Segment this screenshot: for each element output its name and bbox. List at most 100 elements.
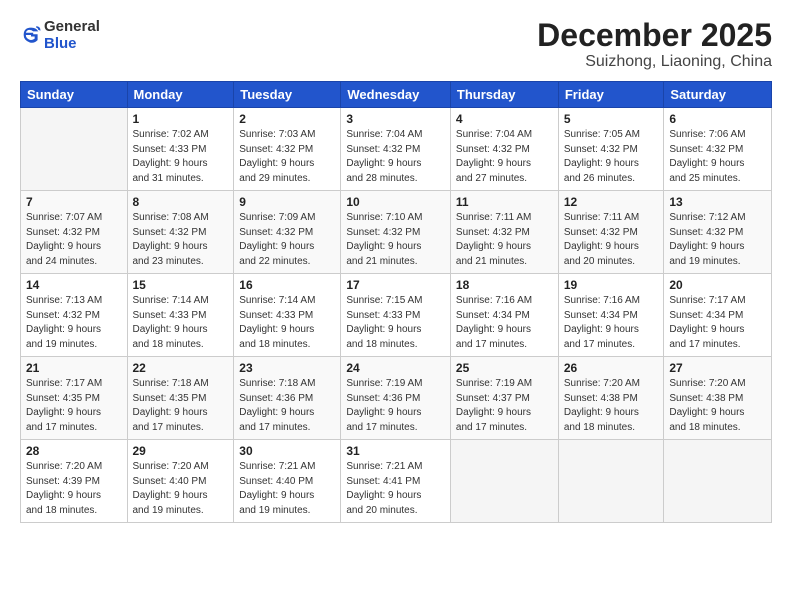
calendar-day-1-2: 1 Sunrise: 7:02 AM Sunset: 4:33 PM Daylig… (127, 108, 234, 191)
day-number: 18 (456, 278, 553, 292)
calendar-day-3-7: 20 Sunrise: 7:17 AM Sunset: 4:34 PM Dayli… (664, 274, 772, 357)
day-info: Sunrise: 7:19 AM Sunset: 4:36 PM Dayligh… (346, 377, 445, 435)
day-info: Sunrise: 7:18 AM Sunset: 4:36 PM Dayligh… (239, 377, 335, 435)
day-number: 6 (669, 112, 766, 126)
page: General Blue December 2025 Suizhong, Lia… (0, 0, 792, 612)
calendar-day-1-6: 5Sunrise: 7:05 AM Sunset: 4:32 PM Daylig… (558, 108, 664, 191)
column-header-friday: Friday (558, 82, 664, 108)
page-subtitle: Suizhong, Liaoning, China (537, 53, 772, 71)
logo-icon (20, 24, 42, 46)
day-number: 22 (133, 361, 229, 375)
day-number: 31 (346, 444, 445, 458)
day-number: 30 (239, 444, 335, 458)
day-number: 17 (346, 278, 445, 292)
day-number: 24 (346, 361, 445, 375)
calendar-day-1-7: 6 Sunrise: 7:06 AM Sunset: 4:32 PM Daylig… (664, 108, 772, 191)
day-info: Sunrise: 7:21 AM Sunset: 4:41 PM Dayligh… (346, 460, 445, 518)
calendar-week-1: 1 Sunrise: 7:02 AM Sunset: 4:33 PM Daylig… (21, 108, 772, 191)
calendar-day-4-3: 23Sunrise: 7:18 AM Sunset: 4:36 PM Dayli… (234, 357, 341, 440)
day-info: Sunrise: 7:06 AM Sunset: 4:32 PM Dayligh… (669, 128, 766, 186)
calendar-day-2-5: 11Sunrise: 7:11 AM Sunset: 4:32 PM Dayli… (450, 191, 558, 274)
day-info: Sunrise: 7:20 AM Sunset: 4:38 PM Dayligh… (669, 377, 766, 435)
column-header-wednesday: Wednesday (341, 82, 451, 108)
day-info: Sunrise: 7:09 AM Sunset: 4:32 PM Dayligh… (239, 211, 335, 269)
column-header-sunday: Sunday (21, 82, 128, 108)
title-block: December 2025 Suizhong, Liaoning, China (537, 18, 772, 71)
day-info: Sunrise: 7:11 AM Sunset: 4:32 PM Dayligh… (564, 211, 659, 269)
calendar-day-5-1: 28Sunrise: 7:20 AM Sunset: 4:39 PM Dayli… (21, 440, 128, 523)
calendar-day-4-2: 22 Sunrise: 7:18 AM Sunset: 4:35 PM Dayli… (127, 357, 234, 440)
day-info: Sunrise: 7:20 AM Sunset: 4:40 PM Dayligh… (133, 460, 229, 518)
day-info: Sunrise: 7:20 AM Sunset: 4:39 PM Dayligh… (26, 460, 122, 518)
day-number: 8 (133, 195, 229, 209)
calendar-day-5-5 (450, 440, 558, 523)
calendar-day-2-4: 10Sunrise: 7:10 AM Sunset: 4:32 PM Dayli… (341, 191, 451, 274)
calendar-day-4-1: 21 Sunrise: 7:17 AM Sunset: 4:35 PM Dayli… (21, 357, 128, 440)
calendar-day-3-5: 18 Sunrise: 7:16 AM Sunset: 4:34 PM Dayli… (450, 274, 558, 357)
day-info: Sunrise: 7:17 AM Sunset: 4:34 PM Dayligh… (669, 294, 766, 352)
day-info: Sunrise: 7:13 AM Sunset: 4:32 PM Dayligh… (26, 294, 122, 352)
day-info: Sunrise: 7:05 AM Sunset: 4:32 PM Dayligh… (564, 128, 659, 186)
day-info: Sunrise: 7:14 AM Sunset: 4:33 PM Dayligh… (239, 294, 335, 352)
calendar-week-5: 28Sunrise: 7:20 AM Sunset: 4:39 PM Dayli… (21, 440, 772, 523)
calendar-day-3-4: 17 Sunrise: 7:15 AM Sunset: 4:33 PM Dayli… (341, 274, 451, 357)
day-info: Sunrise: 7:03 AM Sunset: 4:32 PM Dayligh… (239, 128, 335, 186)
calendar-day-3-1: 14Sunrise: 7:13 AM Sunset: 4:32 PM Dayli… (21, 274, 128, 357)
day-info: Sunrise: 7:07 AM Sunset: 4:32 PM Dayligh… (26, 211, 122, 269)
day-number: 2 (239, 112, 335, 126)
day-number: 25 (456, 361, 553, 375)
calendar-day-1-4: 3Sunrise: 7:04 AM Sunset: 4:32 PM Daylig… (341, 108, 451, 191)
logo-general: General (44, 18, 100, 35)
calendar-day-5-7 (664, 440, 772, 523)
day-number: 20 (669, 278, 766, 292)
column-header-thursday: Thursday (450, 82, 558, 108)
day-number: 9 (239, 195, 335, 209)
day-info: Sunrise: 7:04 AM Sunset: 4:32 PM Dayligh… (456, 128, 553, 186)
calendar-day-5-6 (558, 440, 664, 523)
day-info: Sunrise: 7:15 AM Sunset: 4:33 PM Dayligh… (346, 294, 445, 352)
calendar-day-3-6: 19 Sunrise: 7:16 AM Sunset: 4:34 PM Dayli… (558, 274, 664, 357)
calendar-table: SundayMondayTuesdayWednesdayThursdayFrid… (20, 81, 772, 523)
column-header-saturday: Saturday (664, 82, 772, 108)
day-info: Sunrise: 7:17 AM Sunset: 4:35 PM Dayligh… (26, 377, 122, 435)
day-number: 7 (26, 195, 122, 209)
day-info: Sunrise: 7:20 AM Sunset: 4:38 PM Dayligh… (564, 377, 659, 435)
day-info: Sunrise: 7:04 AM Sunset: 4:32 PM Dayligh… (346, 128, 445, 186)
day-info: Sunrise: 7:16 AM Sunset: 4:34 PM Dayligh… (456, 294, 553, 352)
calendar-day-2-1: 7 Sunrise: 7:07 AM Sunset: 4:32 PM Daylig… (21, 191, 128, 274)
day-number: 29 (133, 444, 229, 458)
calendar-day-5-3: 30 Sunrise: 7:21 AM Sunset: 4:40 PM Dayli… (234, 440, 341, 523)
calendar-week-4: 21 Sunrise: 7:17 AM Sunset: 4:35 PM Dayli… (21, 357, 772, 440)
day-info: Sunrise: 7:16 AM Sunset: 4:34 PM Dayligh… (564, 294, 659, 352)
day-info: Sunrise: 7:11 AM Sunset: 4:32 PM Dayligh… (456, 211, 553, 269)
day-info: Sunrise: 7:18 AM Sunset: 4:35 PM Dayligh… (133, 377, 229, 435)
calendar-day-4-4: 24 Sunrise: 7:19 AM Sunset: 4:36 PM Dayli… (341, 357, 451, 440)
day-number: 21 (26, 361, 122, 375)
calendar-day-2-3: 9 Sunrise: 7:09 AM Sunset: 4:32 PM Daylig… (234, 191, 341, 274)
day-number: 27 (669, 361, 766, 375)
logo-blue: Blue (44, 35, 77, 52)
calendar-day-4-6: 26Sunrise: 7:20 AM Sunset: 4:38 PM Dayli… (558, 357, 664, 440)
logo-text: General Blue (44, 18, 100, 53)
day-info: Sunrise: 7:19 AM Sunset: 4:37 PM Dayligh… (456, 377, 553, 435)
column-header-monday: Monday (127, 82, 234, 108)
day-info: Sunrise: 7:08 AM Sunset: 4:32 PM Dayligh… (133, 211, 229, 269)
day-number: 16 (239, 278, 335, 292)
calendar-week-2: 7 Sunrise: 7:07 AM Sunset: 4:32 PM Daylig… (21, 191, 772, 274)
calendar-day-3-3: 16 Sunrise: 7:14 AM Sunset: 4:33 PM Dayli… (234, 274, 341, 357)
header: General Blue December 2025 Suizhong, Lia… (20, 18, 772, 71)
calendar-day-4-7: 27 Sunrise: 7:20 AM Sunset: 4:38 PM Dayli… (664, 357, 772, 440)
day-info: Sunrise: 7:12 AM Sunset: 4:32 PM Dayligh… (669, 211, 766, 269)
day-number: 13 (669, 195, 766, 209)
day-info: Sunrise: 7:21 AM Sunset: 4:40 PM Dayligh… (239, 460, 335, 518)
calendar-day-2-7: 13 Sunrise: 7:12 AM Sunset: 4:32 PM Dayli… (664, 191, 772, 274)
day-number: 19 (564, 278, 659, 292)
day-number: 10 (346, 195, 445, 209)
logo: General Blue (20, 18, 100, 53)
day-info: Sunrise: 7:02 AM Sunset: 4:33 PM Dayligh… (133, 128, 229, 186)
column-header-tuesday: Tuesday (234, 82, 341, 108)
day-number: 12 (564, 195, 659, 209)
calendar-week-3: 14Sunrise: 7:13 AM Sunset: 4:32 PM Dayli… (21, 274, 772, 357)
day-number: 1 (133, 112, 229, 126)
calendar-header-row: SundayMondayTuesdayWednesdayThursdayFrid… (21, 82, 772, 108)
